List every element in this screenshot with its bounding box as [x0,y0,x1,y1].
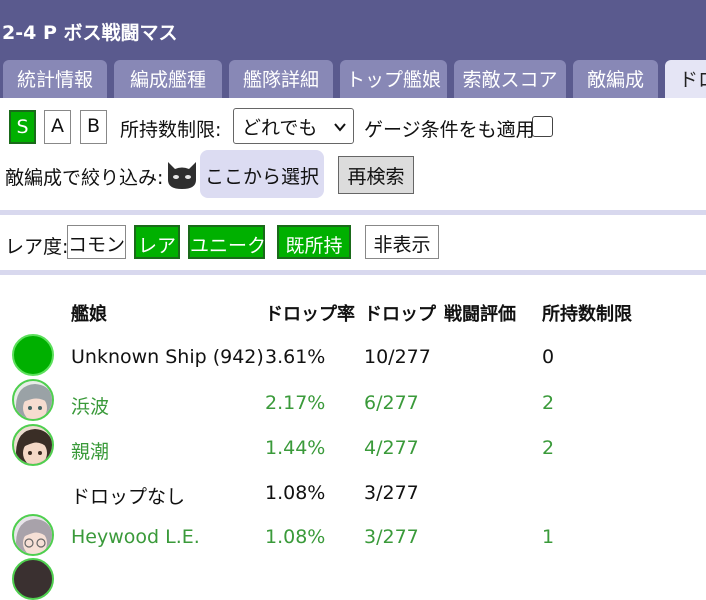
drop-count: 4/277 [364,437,419,459]
drop-rate: 3.61% [265,346,326,368]
rank-b-toggle[interactable]: B [80,110,107,144]
tab-fleet-types[interactable]: 編成艦種 [114,60,222,98]
gauge-condition-label: ゲージ条件をも適用: [364,119,542,141]
drop-rate: 1.08% [265,526,326,548]
ownership-limit-select[interactable]: どれでも [233,108,354,144]
avatar [12,424,54,466]
rarity-rare-toggle[interactable]: レア [134,225,180,259]
rarity-label: レア度: [5,236,69,258]
avatar [12,514,54,556]
ownership-limit-value: どれでも [242,117,318,139]
page-title: 2-4 P ボス戦闘マス [0,0,706,60]
ship-name[interactable]: 浜波 [71,392,109,419]
choose-enemy-button[interactable]: ここから選択 [200,150,324,198]
rarity-owned-toggle[interactable]: 既所持 [277,225,351,259]
enemy-filter-label: 敵編成で絞り込み: [5,167,164,189]
ship-name[interactable]: Heywood L.E. [71,526,200,548]
tab-top-ships[interactable]: トップ艦娘 [340,60,447,98]
drop-rate: 1.44% [265,437,326,459]
ship-name[interactable]: ドロップなし [71,482,185,509]
research-button[interactable]: 再検索 [338,156,414,194]
ownership-limit: 2 [542,437,555,459]
drop-count: 3/277 [364,482,419,504]
col-header-ship[interactable]: 艦娘 [71,300,107,326]
tab-stats[interactable]: 統計情報 [3,60,107,98]
rank-a-toggle[interactable]: A [44,110,71,144]
col-header-battle-rank[interactable]: 戦闘評価 [444,300,516,326]
divider [0,210,706,215]
drop-count: 10/277 [364,346,431,368]
drop-rate: 2.17% [265,392,326,414]
ship-name[interactable]: 親潮 [71,437,109,464]
ownership-limit-label: 所持数制限: [120,119,222,141]
tab-fleet-details[interactable]: 艦隊詳細 [229,60,333,98]
drop-rate: 1.08% [265,482,326,504]
tab-enemy-comp[interactable]: 敵編成 [573,60,658,98]
col-header-ownership-limit[interactable]: 所持数制限 [542,300,632,326]
ship-name[interactable]: Unknown Ship (942) [71,346,264,368]
tab-los-score[interactable]: 索敵スコア [454,60,566,98]
tab-bar: 統計情報 編成艦種 艦隊詳細 トップ艦娘 索敵スコア 敵編成 ドロ [0,60,706,98]
chevron-down-icon [333,117,347,139]
avatar [12,558,54,600]
ownership-limit: 2 [542,392,555,414]
tab-drops[interactable]: ドロ [665,60,706,98]
cat-icon[interactable] [164,156,200,192]
rank-s-toggle[interactable]: S [9,110,36,144]
gauge-condition-checkbox[interactable] [532,116,553,137]
avatar [12,334,54,376]
avatar [12,379,54,421]
rarity-hidden-toggle[interactable]: 非表示 [365,225,439,259]
divider [0,270,706,275]
col-header-drops[interactable]: ドロップ [364,300,436,326]
col-header-drop-rate[interactable]: ドロップ率 [265,300,355,326]
ownership-limit: 1 [542,526,555,548]
ownership-limit: 0 [542,346,555,368]
rarity-common-toggle[interactable]: コモン [67,225,126,259]
drop-count: 3/277 [364,526,419,548]
drop-count: 6/277 [364,392,419,414]
rarity-unique-toggle[interactable]: ユニーク [188,225,266,259]
